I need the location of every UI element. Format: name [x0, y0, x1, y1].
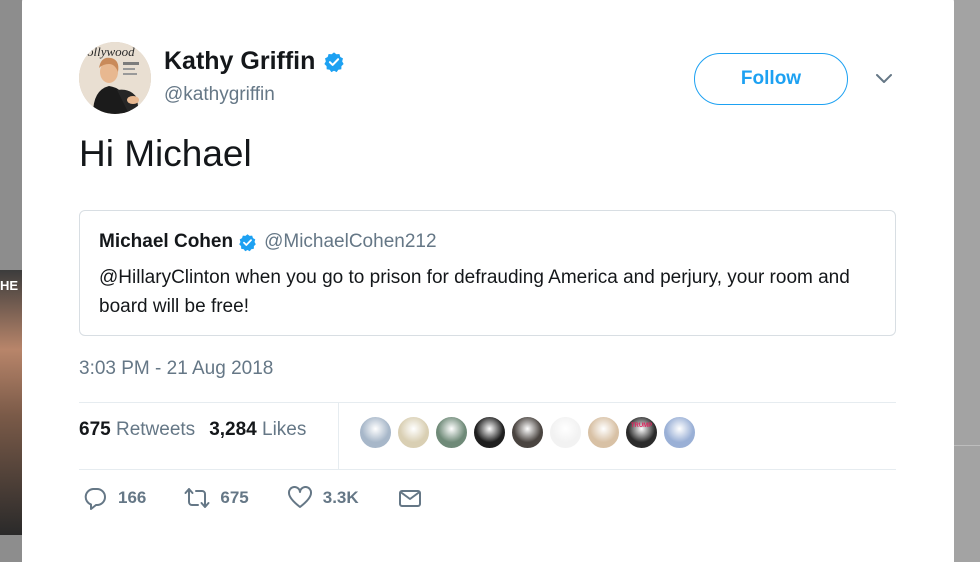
- liker-avatar[interactable]: [358, 415, 393, 450]
- liker-avatar[interactable]: [396, 415, 431, 450]
- retweets-count: 675: [79, 419, 111, 440]
- background-divider: [954, 445, 980, 446]
- like-count: 3.3K: [322, 488, 359, 507]
- retweets-label: Retweets: [115, 419, 196, 440]
- liker-avatar[interactable]: [472, 415, 507, 450]
- avatar-magazine-title: ollywood: [87, 44, 135, 59]
- author-avatar[interactable]: ollywood: [79, 42, 151, 114]
- message-icon: [398, 490, 421, 507]
- retweet-action[interactable]: 675: [184, 486, 249, 510]
- liker-badge-text: TRUMP: [630, 423, 653, 429]
- likes-stat[interactable]: 3,284 Likes: [209, 419, 306, 441]
- avatar-image: ollywood: [79, 42, 151, 114]
- liker-avatar[interactable]: [510, 415, 545, 450]
- retweets-stat[interactable]: 675 Retweets: [79, 419, 195, 441]
- liker-avatar[interactable]: [548, 415, 583, 450]
- author-name-row: Kathy Griffin: [164, 47, 345, 76]
- verified-icon: [324, 51, 345, 72]
- stats-separator: [338, 403, 339, 469]
- stats-divider-bottom: [79, 469, 896, 470]
- background-photo: [0, 270, 22, 535]
- message-action[interactable]: [397, 486, 423, 510]
- quoted-tweet-text: @HillaryClinton when you go to prison fo…: [99, 267, 850, 317]
- quoted-tweet-header: Michael Cohen @MichaelCohen212: [99, 231, 437, 253]
- quoted-tweet[interactable]: Michael Cohen @MichaelCohen212 @HillaryC…: [79, 210, 896, 336]
- tweet-timestamp[interactable]: 3:03 PM - 21 Aug 2018: [79, 358, 273, 380]
- author-handle[interactable]: @kathygriffin: [164, 84, 275, 106]
- quoted-author-handle: @MichaelCohen212: [264, 231, 437, 252]
- liker-avatar[interactable]: [434, 415, 469, 450]
- author-name[interactable]: Kathy Griffin: [164, 47, 315, 76]
- reply-action[interactable]: 166: [82, 486, 146, 510]
- tweet-text: Hi Michael: [79, 133, 252, 174]
- background-partial-text: HE: [0, 278, 19, 293]
- liker-avatar[interactable]: TRUMP: [624, 415, 659, 450]
- retweet-count: 675: [220, 488, 249, 507]
- likes-count: 3,284: [209, 419, 257, 440]
- tweet-stats: 675 Retweets 3,284 Likes: [79, 419, 306, 441]
- liker-avatar[interactable]: [586, 415, 621, 450]
- likes-label: Likes: [262, 419, 307, 440]
- like-action[interactable]: 3.3K: [287, 486, 359, 510]
- stats-divider-top: [79, 402, 896, 403]
- reply-count: 166: [118, 488, 147, 507]
- background-page-right: [954, 0, 980, 562]
- retweet-icon: [184, 488, 210, 508]
- follow-button[interactable]: Follow: [694, 53, 848, 105]
- tweet-card: ollywood Kathy Griffin @kathygriffin Fol…: [22, 0, 954, 562]
- like-icon: [287, 486, 312, 508]
- chevron-down-icon[interactable]: [874, 72, 894, 86]
- tweet-actions: 166 675 3.3K: [82, 486, 461, 510]
- verified-icon: [239, 233, 256, 251]
- quoted-author-name: Michael Cohen: [99, 231, 234, 252]
- liker-avatars: TRUMP: [358, 415, 697, 450]
- liker-avatar[interactable]: [662, 415, 697, 450]
- reply-icon: [84, 488, 106, 510]
